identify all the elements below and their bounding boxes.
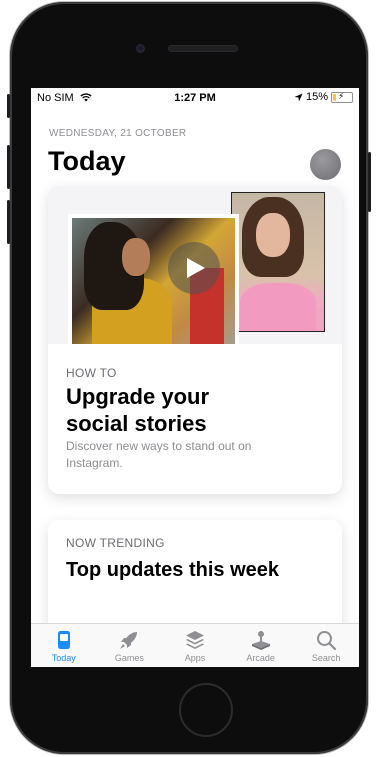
card-title-line2: social stories xyxy=(66,411,207,436)
layers-icon xyxy=(185,631,204,649)
joystick-icon xyxy=(251,631,270,650)
earpiece-speaker xyxy=(168,45,238,52)
tab-arcade[interactable]: Arcade xyxy=(228,624,294,667)
search-icon xyxy=(317,631,337,651)
photo-woman-pink xyxy=(231,192,325,332)
front-camera xyxy=(136,44,145,53)
location-icon xyxy=(294,92,303,102)
tab-today[interactable]: Today xyxy=(31,624,97,667)
tab-label: Today xyxy=(51,653,76,663)
tab-bar: Today Games Apps Arcade Search xyxy=(31,623,359,667)
volume-down-button xyxy=(7,200,10,244)
account-avatar[interactable] xyxy=(310,149,341,180)
battery-fill xyxy=(333,93,336,101)
play-icon xyxy=(187,258,205,278)
status-right: 15% ⚡ xyxy=(294,91,353,103)
tab-label: Apps xyxy=(184,653,206,663)
tab-apps[interactable]: Apps xyxy=(162,624,228,667)
tab-search[interactable]: Search xyxy=(293,624,359,667)
photo-detail xyxy=(256,213,290,257)
rocket-icon xyxy=(120,632,138,649)
photo-detail xyxy=(240,283,316,331)
story-card-now-trending[interactable]: NOW TRENDING Top updates this week xyxy=(48,520,342,640)
battery-percent: 15% xyxy=(305,91,328,103)
photo-detail xyxy=(122,238,150,276)
tab-games[interactable]: Games xyxy=(97,624,163,667)
play-button[interactable] xyxy=(168,242,220,294)
tab-label: Games xyxy=(114,653,144,663)
page-title: Today xyxy=(48,146,126,176)
tab-label: Arcade xyxy=(246,653,275,663)
app-store-screen: No SIM 1:27 PM 15% ⚡ WEDNESDAY, 21 OCTOB… xyxy=(31,88,359,667)
battery-icon: ⚡ xyxy=(331,90,353,103)
card-description: Discover new ways to stand out on Instag… xyxy=(66,439,252,470)
card-title: Top updates this week xyxy=(66,559,279,581)
today-icon xyxy=(57,631,70,649)
story-hero-image xyxy=(48,186,342,348)
card-eyebrow: NOW TRENDING xyxy=(66,536,165,550)
card-eyebrow: HOW TO xyxy=(66,366,117,380)
story-card-how-to[interactable]: HOW TO Upgrade your social stories Disco… xyxy=(48,186,342,494)
tab-label: Search xyxy=(311,653,341,663)
silent-switch xyxy=(7,94,10,118)
power-button xyxy=(368,152,371,212)
date-label: WEDNESDAY, 21 OCTOBER xyxy=(49,128,187,139)
status-bar: No SIM 1:27 PM 15% ⚡ xyxy=(31,88,359,107)
card-title-line1: Upgrade your xyxy=(66,384,210,409)
home-button[interactable] xyxy=(179,683,233,737)
charging-bolt-icon: ⚡ xyxy=(338,90,345,101)
volume-up-button xyxy=(7,145,10,189)
